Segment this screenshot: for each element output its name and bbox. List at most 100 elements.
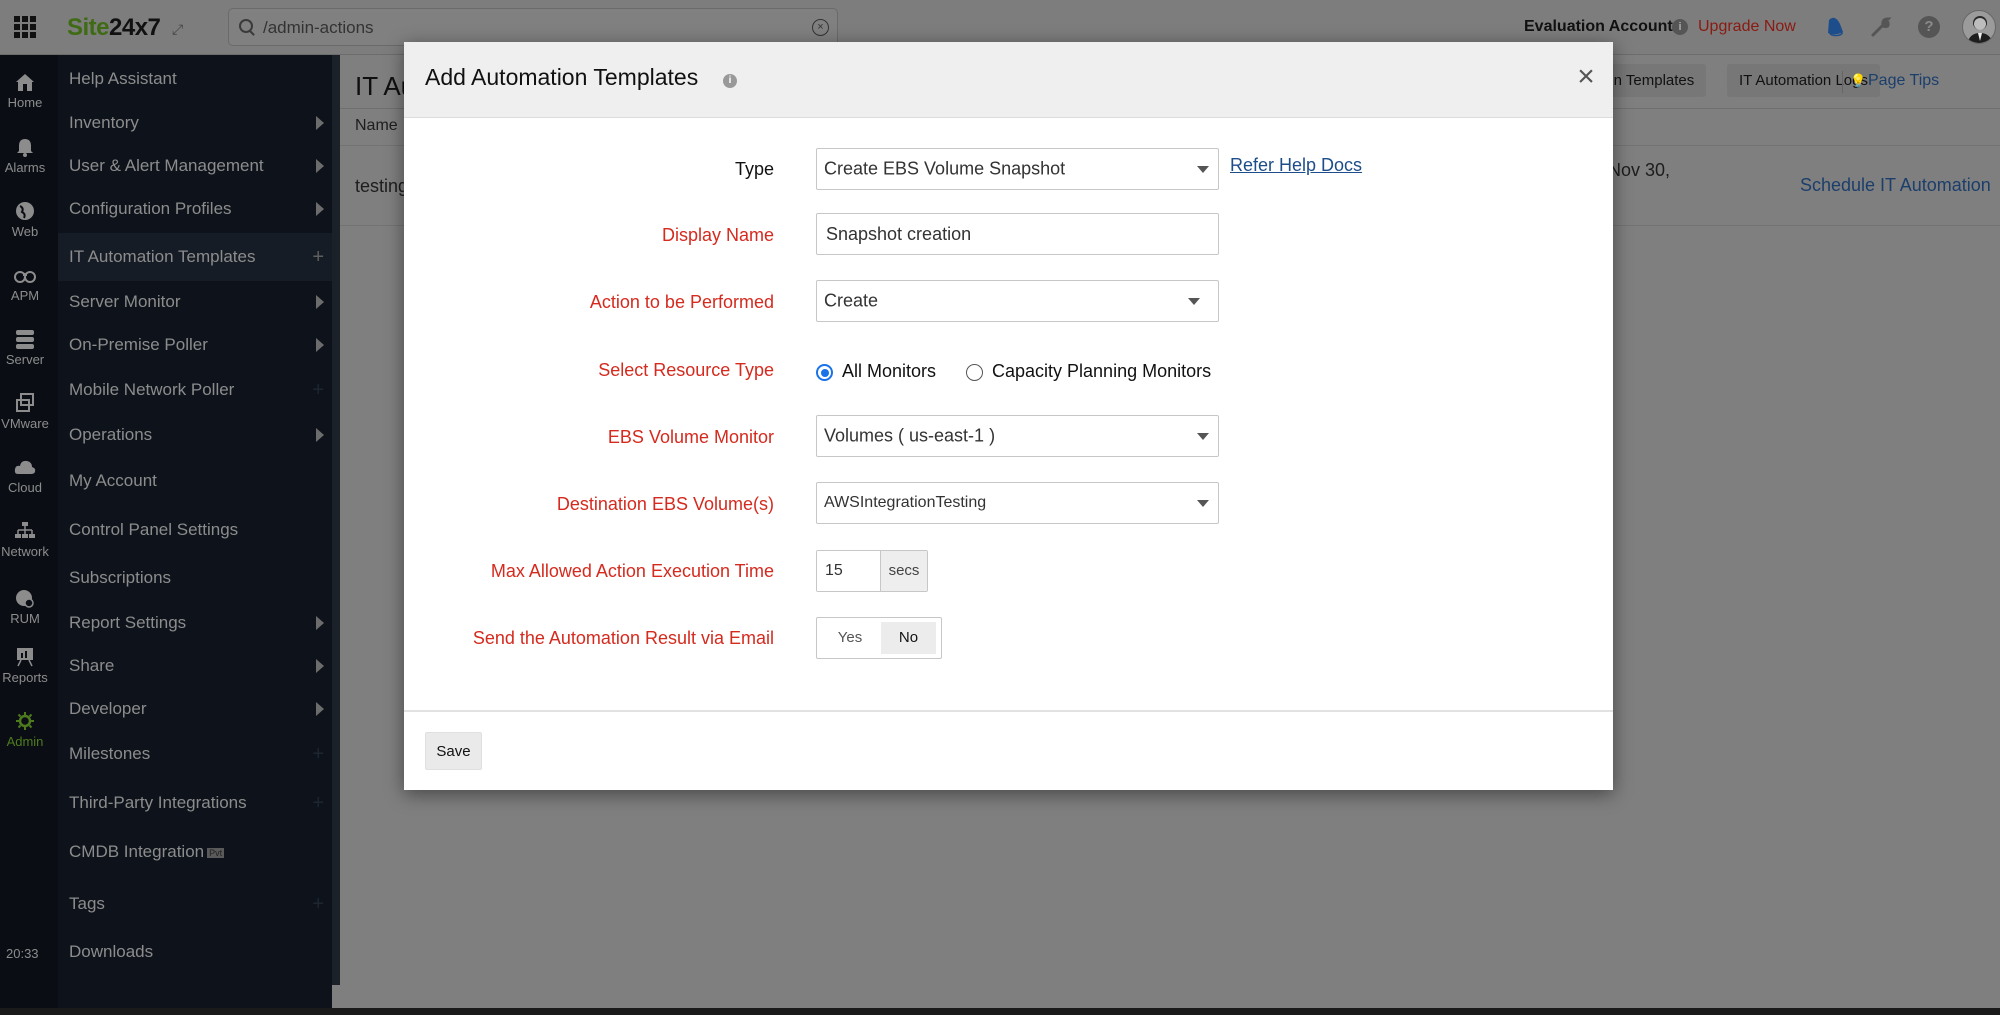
menu-item-server-monitor[interactable]: Server Monitor bbox=[58, 280, 332, 324]
radio-all-monitors[interactable] bbox=[816, 364, 833, 381]
rail-label: Network bbox=[1, 544, 49, 559]
schedule-it-automation-link[interactable]: Schedule IT Automation bbox=[1800, 175, 1991, 196]
rail-item-admin[interactable]: Admin bbox=[0, 711, 50, 749]
upgrade-now-link[interactable]: Upgrade Now bbox=[1698, 18, 1796, 36]
rail-label: Reports bbox=[2, 670, 48, 685]
menu-label: Mobile Network Poller bbox=[69, 380, 235, 399]
menu-label: Operations bbox=[69, 425, 153, 444]
expand-arrow-icon[interactable] bbox=[316, 659, 324, 673]
modal-title: Add Automation Templates bbox=[425, 64, 699, 90]
rail-item-web[interactable]: Web bbox=[0, 201, 50, 239]
rail-item-rum[interactable]: RUM bbox=[0, 588, 50, 626]
max-execution-time-input[interactable] bbox=[817, 551, 881, 591]
rail-label: Alarms bbox=[4, 160, 46, 175]
menu-item-on-premise-poller[interactable]: On-Premise Poller bbox=[58, 323, 332, 367]
radio-label-all-monitors[interactable]: All Monitors bbox=[842, 361, 936, 382]
menu-item-milestones[interactable]: Milestones + bbox=[58, 732, 332, 776]
tab-divider bbox=[1842, 71, 1843, 93]
display-name-input[interactable] bbox=[817, 214, 1218, 254]
rail-item-cloud[interactable]: Cloud bbox=[0, 457, 50, 495]
toggle-no-button[interactable]: No bbox=[881, 622, 936, 654]
expand-arrow-icon[interactable] bbox=[316, 295, 324, 309]
menu-item-it-automation-templates[interactable]: IT Automation Templates + bbox=[58, 233, 332, 281]
display-name-field[interactable] bbox=[816, 213, 1219, 255]
rail-item-home[interactable]: Home bbox=[0, 72, 50, 110]
expand-arrow-icon[interactable] bbox=[316, 338, 324, 352]
toggle-yes-button[interactable]: Yes bbox=[821, 622, 879, 654]
close-icon[interactable]: × bbox=[1573, 62, 1599, 92]
modal-header: Add Automation Templates i × bbox=[404, 42, 1613, 118]
site24x7-logo[interactable]: Site24x7 bbox=[67, 14, 161, 42]
menu-item-mobile-network-poller[interactable]: Mobile Network Poller + bbox=[58, 368, 332, 412]
menu-item-inventory[interactable]: Inventory bbox=[58, 101, 332, 145]
type-select[interactable]: Create EBS Volume Snapshot bbox=[816, 148, 1219, 190]
menu-item-user-alert-management[interactable]: User & Alert Management bbox=[58, 144, 332, 188]
menu-scrollbar[interactable] bbox=[332, 55, 340, 985]
apps-grid-icon[interactable] bbox=[14, 16, 36, 38]
add-plus-icon[interactable]: + bbox=[312, 894, 324, 914]
send-email-label: Send the Automation Result via Email bbox=[472, 628, 774, 648]
wrench-icon[interactable] bbox=[1870, 16, 1892, 38]
menu-label: Third-Party Integrations bbox=[69, 793, 247, 812]
ebs-volume-monitor-select[interactable]: Volumes ( us-east-1 ) bbox=[816, 415, 1219, 457]
rail-item-server[interactable]: Server bbox=[0, 329, 50, 367]
rail-item-vmware[interactable]: VMware bbox=[0, 393, 50, 431]
page-tips-link[interactable]: Page Tips bbox=[1868, 72, 1939, 90]
expand-arrow-icon[interactable] bbox=[316, 616, 324, 630]
notification-bell-icon[interactable] bbox=[1825, 16, 1845, 38]
menu-item-report-settings[interactable]: Report Settings bbox=[58, 601, 332, 645]
bell-icon bbox=[17, 139, 33, 157]
menu-label: Share bbox=[69, 656, 115, 675]
action-select-value: Create bbox=[824, 290, 879, 311]
menu-item-configuration-profiles[interactable]: Configuration Profiles bbox=[58, 187, 332, 231]
rail-item-alarms[interactable]: Alarms bbox=[0, 137, 50, 175]
menu-item-tags[interactable]: Tags + bbox=[58, 882, 332, 926]
expand-arrow-icon[interactable] bbox=[316, 428, 324, 442]
help-icon[interactable]: ? bbox=[1918, 16, 1940, 38]
menu-item-subscriptions[interactable]: Subscriptions bbox=[58, 556, 332, 600]
menu-item-operations[interactable]: Operations bbox=[58, 413, 332, 457]
add-plus-icon[interactable]: + bbox=[312, 793, 324, 813]
action-select[interactable]: Create bbox=[816, 280, 1219, 322]
info-icon[interactable]: i bbox=[1672, 19, 1688, 35]
destination-volume-select[interactable]: AWSIntegrationTesting bbox=[816, 482, 1219, 524]
fullscreen-icon[interactable]: ⤢ bbox=[172, 20, 190, 38]
clock-time: 20:33 bbox=[6, 946, 39, 961]
menu-item-share[interactable]: Share bbox=[58, 644, 332, 688]
radio-capacity-planning-monitors[interactable] bbox=[966, 364, 983, 381]
add-plus-icon[interactable]: + bbox=[312, 380, 324, 400]
menu-item-control-panel-settings[interactable]: Control Panel Settings bbox=[58, 508, 332, 552]
info-icon[interactable]: i bbox=[723, 74, 737, 88]
rail-label: Cloud bbox=[8, 480, 42, 495]
add-plus-icon[interactable]: + bbox=[312, 247, 324, 267]
row-name[interactable]: testing bbox=[355, 176, 408, 197]
menu-item-my-account[interactable]: My Account bbox=[58, 459, 332, 503]
search-input[interactable] bbox=[263, 17, 783, 39]
menu-label: Subscriptions bbox=[69, 568, 172, 587]
menu-item-cmdb-integration[interactable]: CMDB Integration Pvt bbox=[58, 830, 332, 874]
expand-arrow-icon[interactable] bbox=[316, 202, 324, 216]
user-avatar[interactable] bbox=[1962, 10, 1996, 44]
expand-arrow-icon[interactable] bbox=[316, 702, 324, 716]
menu-item-help-assistant[interactable]: Help Assistant bbox=[58, 57, 332, 101]
rum-icon bbox=[16, 590, 34, 608]
menu-item-downloads[interactable]: Downloads bbox=[58, 930, 332, 974]
add-plus-icon[interactable]: + bbox=[312, 744, 324, 764]
save-button[interactable]: Save bbox=[425, 732, 482, 770]
refer-help-docs-link[interactable]: Refer Help Docs bbox=[1230, 155, 1362, 176]
rail-item-apm[interactable]: APM bbox=[0, 265, 50, 303]
expand-arrow-icon[interactable] bbox=[316, 116, 324, 130]
ebs-volume-monitor-value: Volumes ( us-east-1 ) bbox=[824, 425, 996, 446]
menu-item-developer[interactable]: Developer bbox=[58, 687, 332, 731]
column-header-name[interactable]: Name bbox=[355, 117, 398, 135]
rail-item-reports[interactable]: Reports bbox=[0, 647, 50, 685]
clear-search-icon[interactable]: × bbox=[812, 19, 829, 36]
rail-label: Web bbox=[11, 224, 39, 239]
menu-label: Server Monitor bbox=[69, 292, 181, 311]
radio-label-capacity-planning[interactable]: Capacity Planning Monitors bbox=[992, 361, 1211, 382]
menu-item-third-party-integrations[interactable]: Third-Party Integrations + bbox=[58, 781, 332, 825]
search-box[interactable]: × bbox=[228, 8, 838, 46]
expand-arrow-icon[interactable] bbox=[316, 159, 324, 173]
rail-label: Server bbox=[5, 352, 45, 367]
rail-item-network[interactable]: Network bbox=[0, 521, 50, 559]
